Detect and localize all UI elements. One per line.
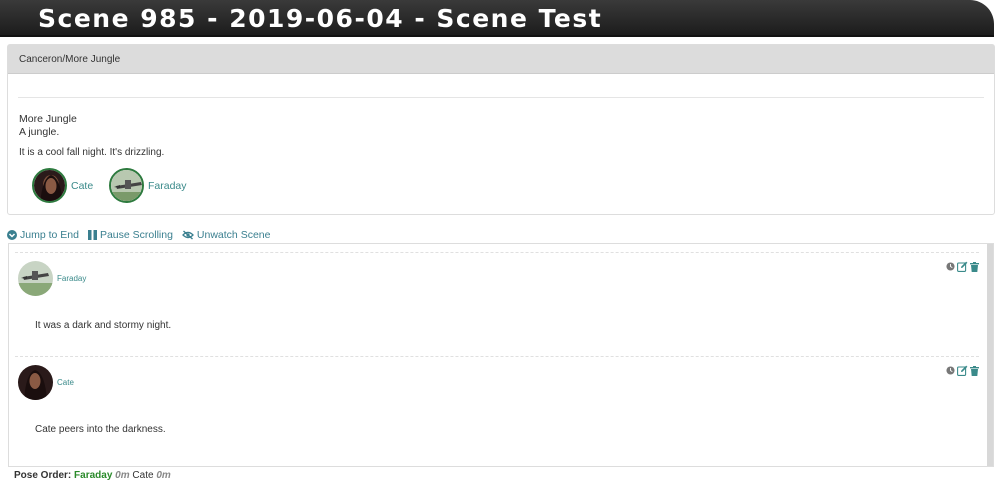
pose-order-time: 0m [156,470,171,481]
scene-controls: Jump to End Pause Scrolling Unwatch Scen… [7,229,279,241]
location-path: Canceron/More Jungle [8,45,994,74]
jump-to-end-button[interactable]: Jump to End [7,229,79,241]
scene-title-bar: Scene 985 - 2019-06-04 - Scene Test [0,0,994,37]
cate-avatar-icon[interactable] [32,168,67,203]
pose-log[interactable]: Faraday It was a dark and stormy night. … [8,243,994,467]
pose-author[interactable]: Faraday [57,274,86,283]
pose-author[interactable]: Cate [57,378,74,387]
unwatch-scene-label: Unwatch Scene [196,229,271,241]
pose-order-name: Faraday [74,470,113,481]
pose-text: It was a dark and stormy night. [35,320,172,331]
participant-faraday[interactable]: Faraday [109,168,187,203]
pose-order-name: Cate [132,470,154,481]
trash-icon[interactable] [970,365,979,376]
faraday-avatar-icon[interactable] [18,261,53,296]
clock-icon[interactable] [946,366,955,375]
participant-name[interactable]: Cate [71,180,93,192]
unwatch-scene-button[interactable]: Unwatch Scene [182,229,271,241]
clock-icon[interactable] [946,262,955,271]
pose-order: Pose Order: Faraday 0m Cate 0m [14,470,171,481]
pause-scrolling-button[interactable]: Pause Scrolling [87,229,173,241]
pose-entry: Faraday It was a dark and stormy night. [15,252,979,357]
pose-order-label: Pose Order: [14,470,72,481]
pause-icon [87,230,97,240]
chevron-down-circle-icon [7,230,17,240]
scene-info-panel: Canceron/More Jungle More Jungle A jungl… [7,44,995,215]
location-description: A jungle. [19,126,60,138]
edit-icon[interactable] [957,365,968,376]
weather-text: It is a cool fall night. It's drizzling. [19,147,165,158]
edit-icon[interactable] [957,261,968,272]
pause-scrolling-label: Pause Scrolling [99,229,173,241]
trash-icon[interactable] [970,261,979,272]
page-title: Scene 985 - 2019-06-04 - Scene Test [38,4,603,33]
faraday-avatar-icon[interactable] [109,168,144,203]
participant-name[interactable]: Faraday [148,180,187,192]
divider [18,97,984,98]
jump-to-end-label: Jump to End [20,229,79,241]
pose-entry: Cate Cate peers into the darkness. [15,356,979,461]
eye-slash-icon [182,230,194,240]
scrollbar[interactable] [987,244,993,466]
pose-order-time: 0m [115,470,130,481]
cate-avatar-icon[interactable] [18,365,53,400]
participant-cate[interactable]: Cate [32,168,93,203]
pose-actions [946,261,979,272]
pose-text: Cate peers into the darkness. [35,424,166,435]
pose-actions [946,365,979,376]
location-name: More Jungle [19,113,77,125]
